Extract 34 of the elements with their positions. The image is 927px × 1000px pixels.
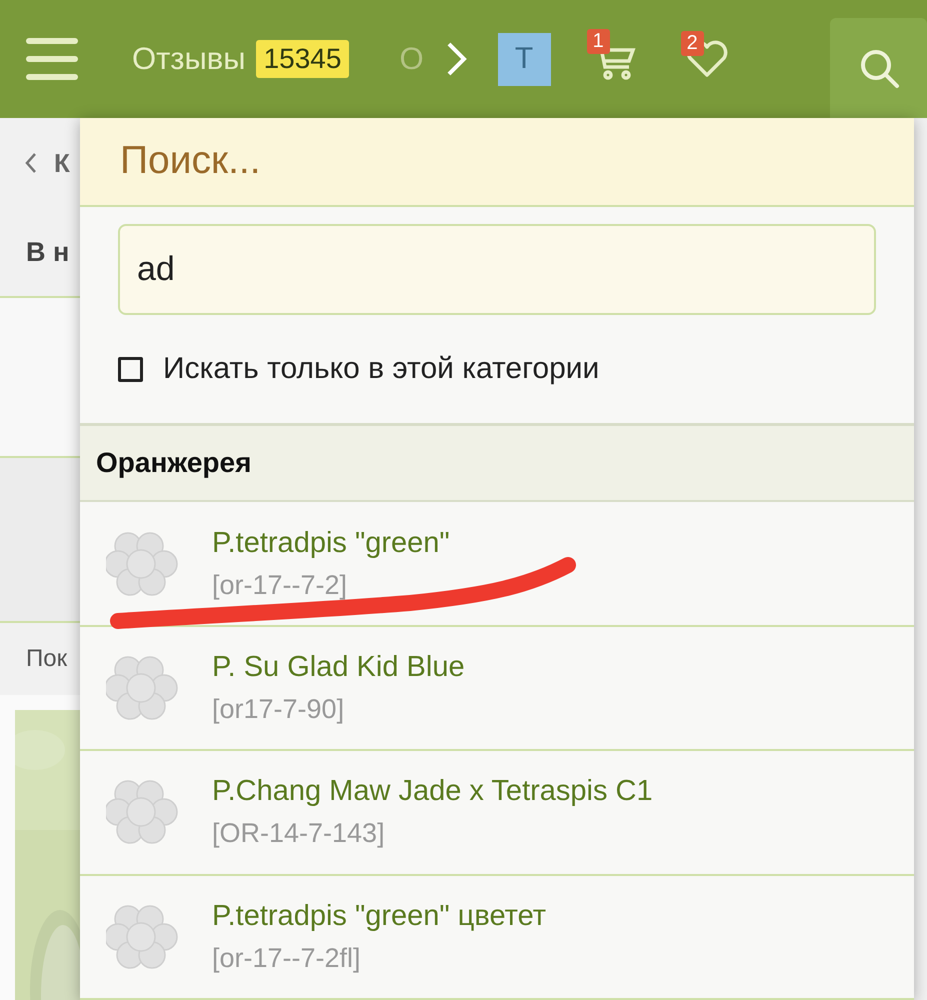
result-code: [or-17--7-2fl] [212, 942, 362, 974]
result-title: P.tetradpis "green" цветет [212, 900, 546, 933]
flower-icon [106, 780, 178, 844]
search-result[interactable]: P. Su Glad Kid Blue [or17-7-90] [80, 626, 914, 752]
checkbox-label: Искать только в этой категории [163, 352, 600, 386]
user-avatar[interactable]: T [498, 32, 551, 86]
result-code: [or17-7-90] [212, 694, 346, 725]
breadcrumb-link[interactable]: К [54, 148, 70, 178]
flower-icon [106, 904, 178, 969]
reviews-link[interactable]: Отзывы 15345 [132, 40, 350, 78]
menu-icon[interactable] [26, 37, 78, 81]
page-heading: В н [26, 236, 70, 268]
result-title: P.tetradpis "green" [212, 526, 450, 560]
flower-icon [106, 532, 178, 596]
cart-count: 1 [586, 29, 610, 54]
favorites-count: 2 [680, 31, 704, 56]
back-icon[interactable] [24, 152, 38, 174]
flower-icon [106, 656, 178, 720]
search-result[interactable]: P.Chang Maw Jade x Tetraspis C1 [OR-14-7-143] [80, 751, 914, 876]
checkbox[interactable] [118, 356, 143, 382]
search-field[interactable]: ad [118, 224, 876, 315]
label-text: Пок [26, 645, 68, 673]
group-heading: Оранжерея [80, 423, 914, 502]
category-checkbox[interactable]: Искать только в этой категории [118, 314, 876, 424]
result-code: [or-17--7-2] [212, 570, 348, 601]
result-title: P. Su Glad Kid Blue [212, 650, 465, 684]
chevron-right-icon[interactable] [446, 41, 468, 77]
reviews-count: 15345 [256, 40, 350, 78]
search-result[interactable]: P.tetradpis "green" [or-17--7-2] [80, 502, 914, 627]
result-code: [OR-14-7-143] [212, 818, 386, 850]
result-title: P.Chang Maw Jade x Tetraspis C1 [212, 775, 653, 808]
search-title: Поиск... [80, 118, 914, 207]
search-button[interactable] [830, 18, 927, 118]
search-result[interactable]: P.tetradpis "green" цветет [or-17--7-2fl] [80, 876, 914, 1000]
